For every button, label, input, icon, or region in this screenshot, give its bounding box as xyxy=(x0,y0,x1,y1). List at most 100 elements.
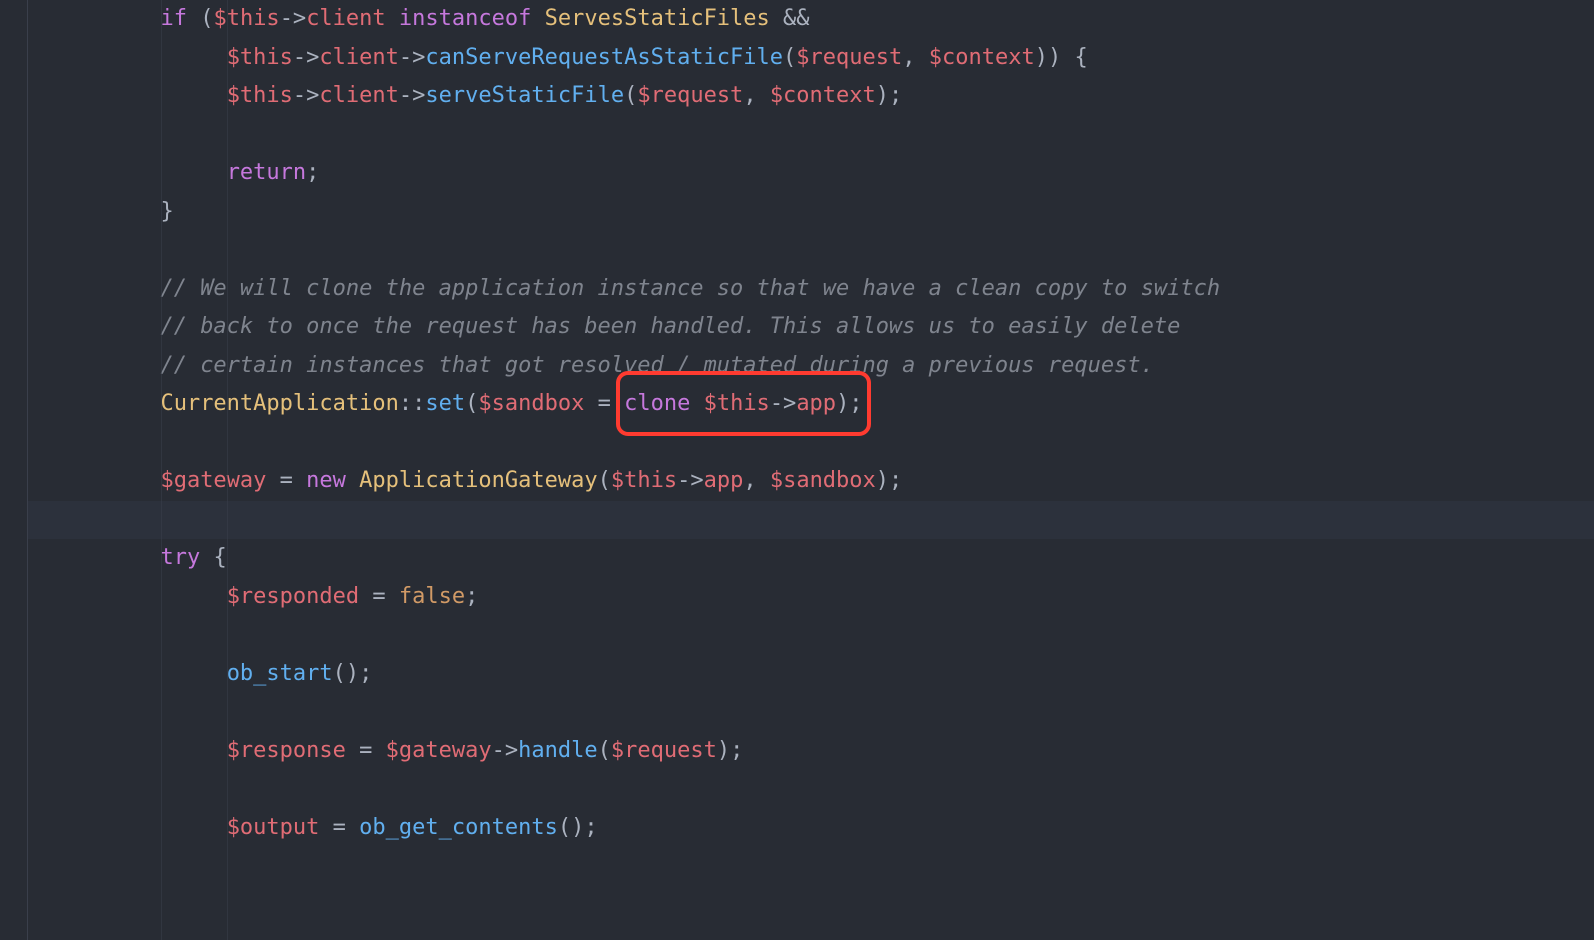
code-line[interactable]: $this->client->canServeRequestAsStaticFi… xyxy=(28,39,1594,78)
token-var: $request xyxy=(796,45,902,70)
token-var: $context xyxy=(770,83,876,108)
token-bool: false xyxy=(399,584,465,609)
token-punct: ( xyxy=(598,468,611,493)
token-func: handle xyxy=(518,738,597,763)
token-kw: new xyxy=(306,468,346,493)
token-func: canServeRequestAsStaticFile xyxy=(425,45,783,70)
token-func: serveStaticFile xyxy=(425,83,624,108)
code-editor[interactable]: if ($this->client instanceof ServesStati… xyxy=(0,0,1594,940)
code-line[interactable] xyxy=(28,770,1594,809)
indent-guide xyxy=(227,0,228,940)
token-punct: ; xyxy=(306,160,319,185)
code-line[interactable]: return; xyxy=(28,154,1594,193)
token-var: $gateway xyxy=(160,468,266,493)
code-line[interactable]: CurrentApplication::set($sandbox = clone… xyxy=(28,385,1594,424)
code-line[interactable]: $response = $gateway->handle($request); xyxy=(28,732,1594,771)
token-punct: && xyxy=(783,6,810,31)
token-comment: // We will clone the application instanc… xyxy=(160,276,1220,301)
token-punct: -> xyxy=(492,738,519,763)
token-func: ob_start xyxy=(227,661,333,686)
token-kw: if xyxy=(160,6,200,31)
token-func: set xyxy=(425,391,465,416)
token-punct: = xyxy=(346,738,386,763)
token-punct: (); xyxy=(558,815,598,840)
code-line[interactable]: $output = ob_get_contents(); xyxy=(28,809,1594,848)
token-var: $gateway xyxy=(386,738,492,763)
token-var: $this xyxy=(611,468,677,493)
token-punct: -> xyxy=(770,391,797,416)
token-punct: -> xyxy=(399,45,426,70)
code-line[interactable]: if ($this->client instanceof ServesStati… xyxy=(28,0,1594,39)
token-var: $request xyxy=(637,83,743,108)
token-punct: } xyxy=(160,199,173,224)
code-line[interactable]: $gateway = new ApplicationGateway($this-… xyxy=(28,462,1594,501)
code-line[interactable] xyxy=(28,693,1594,732)
token-var: $this xyxy=(704,391,770,416)
token-kw: instanceof xyxy=(399,6,531,31)
code-line[interactable]: } xyxy=(28,193,1594,232)
token-punct xyxy=(770,6,783,31)
token-class: CurrentApplication xyxy=(160,391,398,416)
code-line[interactable]: $responded = false; xyxy=(28,578,1594,617)
token-prop: client xyxy=(306,6,385,31)
token-punct xyxy=(386,6,399,31)
token-prop: app xyxy=(704,468,744,493)
token-var: $this xyxy=(227,45,293,70)
token-prop: app xyxy=(796,391,836,416)
token-punct: ); xyxy=(836,391,863,416)
token-punct: -> xyxy=(293,83,320,108)
code-line[interactable] xyxy=(28,424,1594,463)
token-punct: , xyxy=(902,45,929,70)
token-punct: ); xyxy=(876,468,903,493)
token-var: $sandbox xyxy=(478,391,584,416)
token-punct: :: xyxy=(399,391,426,416)
token-punct: ; xyxy=(465,584,478,609)
indent-guide xyxy=(161,0,162,940)
token-var: $sandbox xyxy=(770,468,876,493)
code-line[interactable]: // certain instances that got resolved /… xyxy=(28,347,1594,386)
token-punct xyxy=(531,6,544,31)
token-punct: ( xyxy=(598,738,611,763)
token-punct xyxy=(690,391,703,416)
gutter xyxy=(0,0,28,940)
token-punct: { xyxy=(200,545,227,570)
token-punct: -> xyxy=(293,45,320,70)
token-punct: = xyxy=(584,391,624,416)
code-line[interactable]: // We will clone the application instanc… xyxy=(28,270,1594,309)
token-comment: // certain instances that got resolved /… xyxy=(160,353,1153,378)
code-line[interactable]: $this->client->serveStaticFile($request,… xyxy=(28,77,1594,116)
token-punct: = xyxy=(266,468,306,493)
code-line[interactable] xyxy=(28,231,1594,270)
code-line[interactable]: // back to once the request has been han… xyxy=(28,308,1594,347)
token-punct: -> xyxy=(399,83,426,108)
token-punct: , xyxy=(743,468,770,493)
code-line[interactable] xyxy=(28,501,1594,540)
token-var: $this xyxy=(227,83,293,108)
token-var: $context xyxy=(929,45,1035,70)
code-area[interactable]: if ($this->client instanceof ServesStati… xyxy=(28,0,1594,940)
token-punct xyxy=(346,468,359,493)
token-var: $this xyxy=(213,6,279,31)
token-punct: ( xyxy=(624,83,637,108)
code-line[interactable]: ob_start(); xyxy=(28,655,1594,694)
code-line[interactable] xyxy=(28,116,1594,155)
token-var: $output xyxy=(227,815,320,840)
token-punct: -> xyxy=(677,468,704,493)
token-punct: = xyxy=(359,584,399,609)
token-punct: ); xyxy=(876,83,903,108)
token-class: ServesStaticFiles xyxy=(545,6,770,31)
token-comment: // back to once the request has been han… xyxy=(160,314,1180,339)
code-line[interactable]: try { xyxy=(28,539,1594,578)
token-func: ob_get_contents xyxy=(359,815,558,840)
token-punct: )) { xyxy=(1035,45,1088,70)
token-punct: -> xyxy=(280,6,307,31)
token-var: $response xyxy=(227,738,346,763)
token-prop: client xyxy=(319,45,398,70)
token-punct: ( xyxy=(465,391,478,416)
token-kw: try xyxy=(160,545,200,570)
token-var: $request xyxy=(611,738,717,763)
token-var: $responded xyxy=(227,584,359,609)
token-punct: ( xyxy=(783,45,796,70)
token-class: ApplicationGateway xyxy=(359,468,597,493)
code-line[interactable] xyxy=(28,616,1594,655)
